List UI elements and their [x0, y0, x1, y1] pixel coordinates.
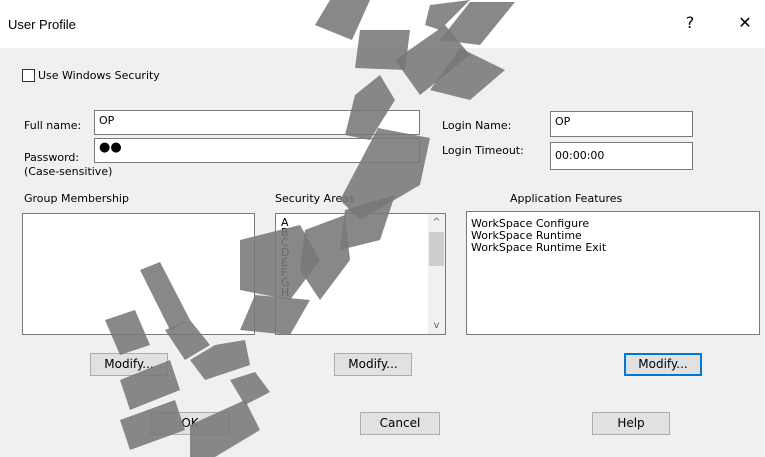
list-item[interactable]: WorkSpace Runtime Exit: [471, 242, 606, 254]
password-note: (Case-sensitive): [24, 165, 113, 178]
security-areas-list[interactable]: A B C D E F G H ^ v: [275, 213, 446, 335]
use-windows-security-label[interactable]: Use Windows Security: [38, 69, 160, 82]
group-membership-label: Group Membership: [24, 192, 129, 205]
full-name-label: Full name:: [24, 119, 82, 132]
help-dialog-button[interactable]: Help: [592, 412, 670, 435]
cancel-button[interactable]: Cancel: [360, 412, 440, 435]
group-membership-list[interactable]: [22, 213, 255, 335]
security-areas-label: Security Areas: [275, 192, 355, 205]
modify-features-button[interactable]: Modify...: [624, 353, 702, 376]
modify-security-button[interactable]: Modify...: [334, 353, 412, 376]
application-features-items: WorkSpace Configure WorkSpace Runtime Wo…: [471, 218, 606, 254]
help-button[interactable]: ?: [672, 8, 708, 38]
modify-groups-button[interactable]: Modify...: [90, 353, 168, 376]
ok-button[interactable]: OK: [150, 412, 230, 435]
login-timeout-field[interactable]: 00:00:00: [550, 142, 693, 170]
scroll-thumb[interactable]: [429, 232, 444, 266]
close-button[interactable]: ✕: [727, 8, 763, 38]
full-name-field[interactable]: OP: [94, 110, 420, 135]
security-areas-items: A B C D E F G H: [281, 217, 290, 298]
application-features-label: Application Features: [510, 192, 623, 205]
application-features-list[interactable]: WorkSpace Configure WorkSpace Runtime Wo…: [466, 211, 760, 335]
login-name-label: Login Name:: [442, 119, 512, 132]
title-bar: User Profile ? ✕: [0, 0, 765, 48]
scroll-down-arrow-icon[interactable]: v: [428, 317, 445, 334]
use-windows-security-checkbox[interactable]: [22, 69, 35, 82]
login-timeout-label: Login Timeout:: [442, 144, 524, 157]
list-item[interactable]: H: [281, 287, 290, 298]
window-title: User Profile: [8, 17, 76, 32]
password-field[interactable]: ●●: [94, 138, 420, 163]
login-name-field[interactable]: OP: [550, 111, 693, 137]
security-areas-scrollbar[interactable]: ^ v: [428, 214, 445, 334]
scroll-up-arrow-icon[interactable]: ^: [428, 214, 445, 231]
password-label: Password:: [24, 151, 80, 164]
